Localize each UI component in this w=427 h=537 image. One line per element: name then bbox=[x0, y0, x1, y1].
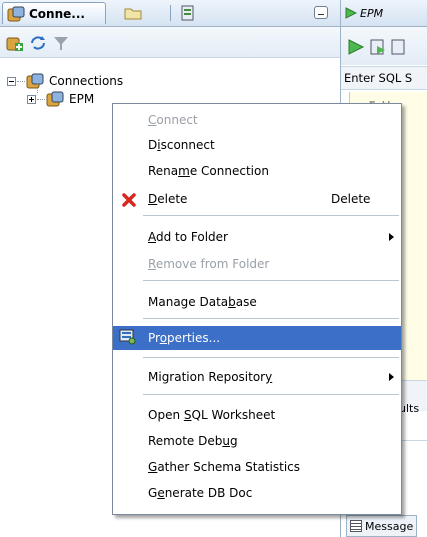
menu-separator bbox=[143, 318, 399, 319]
connections-toolbar bbox=[0, 27, 340, 58]
filter-icon[interactable] bbox=[52, 34, 70, 52]
menu-item-gather-schema-statistics[interactable]: Gather Schema Statistics bbox=[113, 456, 401, 478]
mnemonic-letter: G bbox=[148, 460, 158, 474]
connections-tabbar: Conne... bbox=[0, 0, 340, 27]
connection-context-menu: Connect Disconnect Rename Connection Del… bbox=[112, 103, 402, 515]
menu-item-manage-database[interactable]: Manage Database bbox=[113, 291, 401, 313]
tab-files[interactable] bbox=[123, 4, 143, 22]
menu-separator bbox=[143, 215, 399, 216]
menu-item-remove-from-folder[interactable]: Remove from Folder bbox=[113, 253, 401, 275]
menu-item-open-sql-worksheet[interactable]: Open SQL Worksheet bbox=[113, 404, 401, 426]
mnemonic-letter: R bbox=[148, 257, 156, 271]
worksheet-tabbar: EPM bbox=[341, 0, 427, 27]
menu-label-remote-debug: Remote Debug bbox=[148, 434, 238, 448]
expand-icon[interactable] bbox=[27, 94, 36, 104]
mnemonic-letter: e bbox=[157, 486, 165, 500]
menu-item-delete[interactable]: Delete Delete bbox=[113, 188, 401, 210]
menu-item-migration-repository[interactable]: Migration Repository bbox=[113, 366, 401, 388]
tree-label-connections: Connections bbox=[49, 74, 124, 88]
menu-item-generate-db-doc[interactable]: Generate DB Doc bbox=[113, 482, 401, 504]
delete-shortcut: Delete bbox=[331, 192, 371, 206]
minimize-button[interactable] bbox=[314, 6, 328, 19]
tab-connections[interactable]: Conne... bbox=[2, 2, 106, 24]
reports-icon bbox=[181, 5, 194, 21]
tab-results[interactable]: ults bbox=[399, 402, 419, 415]
menu-label-remove-from-folder: Remove from Folder bbox=[148, 257, 270, 271]
tab-epm-worksheet[interactable]: EPM bbox=[345, 3, 383, 23]
menu-item-disconnect[interactable]: Disconnect bbox=[113, 134, 401, 156]
connection-icon bbox=[46, 91, 64, 107]
folder-icon bbox=[124, 8, 142, 20]
menu-label-gather-schema-statistics: Gather Schema Statistics bbox=[148, 460, 301, 474]
tab-reports[interactable] bbox=[170, 4, 197, 22]
mnemonic-letter: u bbox=[222, 434, 230, 448]
mnemonic-letter: m bbox=[178, 164, 190, 178]
menu-label-delete: Delete bbox=[148, 192, 188, 206]
mnemonic-letter: o bbox=[159, 331, 168, 345]
mnemonic-letter: i bbox=[157, 138, 161, 152]
properties-icon bbox=[119, 329, 136, 345]
new-connection-icon[interactable] bbox=[6, 34, 24, 52]
menu-label-migration-repository: Migration Repository bbox=[148, 370, 273, 384]
mnemonic-letter: b bbox=[228, 295, 236, 309]
menu-separator bbox=[143, 280, 399, 281]
menu-item-connect[interactable]: Connect bbox=[113, 109, 401, 131]
worksheet-arrow-icon bbox=[345, 7, 357, 19]
sql-label-bar: Enter SQL S bbox=[341, 66, 427, 90]
menu-separator bbox=[143, 357, 399, 358]
collapse-icon[interactable] bbox=[7, 76, 16, 86]
connections-folder-icon bbox=[26, 73, 44, 89]
mnemonic-letter: C bbox=[148, 113, 157, 127]
mnemonic-letter: S bbox=[183, 408, 192, 422]
mnemonic-letter: A bbox=[148, 230, 156, 244]
mnemonic-letter: y bbox=[265, 370, 273, 384]
menu-item-remote-debug[interactable]: Remote Debug bbox=[113, 430, 401, 452]
tab-messages-label: Message bbox=[365, 519, 414, 533]
tree-node-epm[interactable]: EPM bbox=[27, 90, 94, 108]
tree-node-connections[interactable]: Connections bbox=[7, 72, 123, 90]
submenu-arrow-icon bbox=[389, 233, 394, 241]
tab-messages[interactable]: Message bbox=[346, 515, 418, 537]
tree-label-epm: EPM bbox=[69, 92, 95, 106]
mnemonic-letter: D bbox=[148, 192, 158, 206]
menu-label-rename: Rename Connection bbox=[148, 164, 269, 178]
tab-divider bbox=[170, 5, 171, 21]
menu-separator bbox=[143, 394, 399, 395]
tab-epm-label: EPM bbox=[360, 6, 384, 20]
tab-connections-label: Conne... bbox=[29, 6, 85, 21]
enter-sql-label: Enter SQL S bbox=[344, 71, 413, 85]
menu-label-add-to-folder: Add to Folder bbox=[148, 230, 228, 244]
messages-icon bbox=[350, 520, 362, 532]
refresh-icon[interactable] bbox=[29, 34, 47, 52]
menu-label-connect: Connect bbox=[148, 113, 198, 127]
menu-item-properties[interactable]: Properties... bbox=[113, 326, 401, 350]
menu-label-properties: Properties... bbox=[148, 331, 221, 345]
menu-label-manage-database: Manage Database bbox=[148, 295, 257, 309]
delete-x-icon bbox=[122, 193, 136, 207]
submenu-arrow-icon bbox=[389, 373, 394, 381]
menu-label-open-sql-worksheet: Open SQL Worksheet bbox=[148, 408, 276, 422]
database-icon bbox=[7, 6, 25, 21]
worksheet-toolbar bbox=[341, 27, 427, 65]
menu-label-disconnect: Disconnect bbox=[148, 138, 215, 152]
commit-icon[interactable] bbox=[391, 38, 405, 56]
run-statement-icon[interactable] bbox=[347, 38, 365, 56]
menu-label-generate-db-doc: Generate DB Doc bbox=[148, 486, 253, 500]
menu-item-rename-connection[interactable]: Rename Connection bbox=[113, 160, 401, 182]
menu-item-add-to-folder[interactable]: Add to Folder bbox=[113, 226, 401, 248]
run-script-icon[interactable] bbox=[369, 38, 387, 56]
